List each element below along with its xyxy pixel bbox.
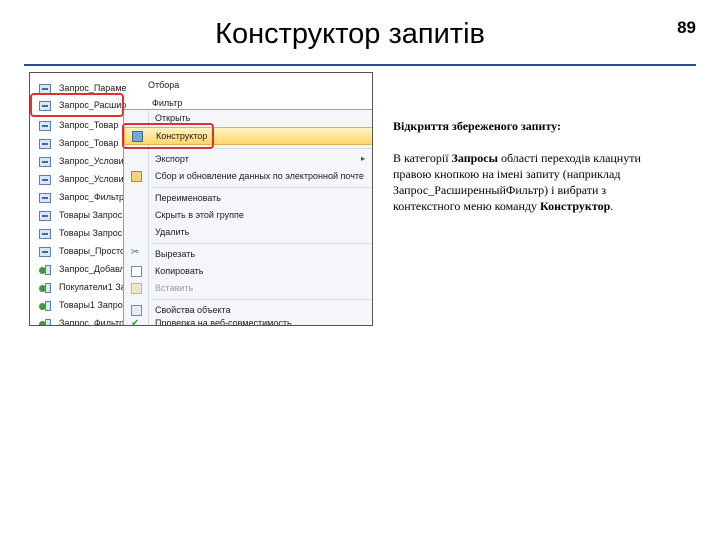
query-icon (39, 247, 51, 257)
nav-item[interactable]: Запрос_Товар (30, 136, 126, 152)
nav-item[interactable]: Запрос_Фильтр (30, 316, 126, 325)
nav-item[interactable]: Товары1 Запрос (30, 298, 126, 314)
cut-icon: ✂ (131, 247, 140, 258)
nav-item[interactable]: Запрос_Условие (30, 154, 126, 170)
check-icon: ✔ (131, 318, 140, 326)
nav-item[interactable]: Запрос_Фильтр (30, 190, 126, 206)
menu-item-cut[interactable]: ✂ Вырезать (124, 246, 372, 263)
nav-item[interactable]: Запрос_Товар (30, 118, 126, 134)
menu-separator (151, 243, 372, 244)
query-icon (39, 139, 51, 149)
menu-separator (151, 187, 372, 188)
nav-item[interactable]: Товары_Просто (30, 244, 126, 260)
query-icon (39, 175, 51, 185)
selected-query-highlight (30, 93, 124, 117)
menu-item-properties[interactable]: Свойства объекта (124, 302, 372, 319)
menu-item-rename[interactable]: Переименовать (124, 190, 372, 207)
properties-icon (131, 305, 142, 316)
query-icon (39, 211, 51, 221)
append-query-icon (39, 301, 51, 311)
submenu-arrow-icon: ▸ (360, 154, 365, 163)
paste-icon (131, 283, 142, 294)
copy-icon (131, 266, 142, 277)
append-query-icon (39, 283, 51, 293)
nav-item[interactable]: Запрос_Добавл (30, 262, 126, 278)
export-icon (131, 154, 142, 165)
menu-item-hide-in-group[interactable]: Скрыть в этой группе (124, 207, 372, 224)
menu-item-copy[interactable]: Копировать (124, 263, 372, 280)
menu-item-web-compatibility[interactable]: ✔ Проверка на веб-совместимость (124, 318, 372, 326)
menu-item-paste[interactable]: Вставить (124, 280, 372, 297)
append-query-icon (39, 319, 51, 325)
access-screenshot: Запрос_ПараметрКлючевогоОтбора Запрос_Ра… (29, 72, 373, 326)
nav-item[interactable]: Запрос_Условие (30, 172, 126, 188)
query-icon (39, 121, 51, 131)
menu-item-delete[interactable]: Удалить (124, 224, 372, 241)
nav-overflow-text: Отбора (148, 80, 180, 90)
design-view-highlight (122, 123, 214, 149)
title-divider (24, 64, 696, 66)
nav-overflow-text: Фильтр (152, 98, 183, 108)
query-icon (39, 193, 51, 203)
instruction-paragraph: В категорії Запросы області переходів кл… (393, 151, 641, 213)
menu-item-collect-data[interactable]: Сбор и обновление данных по электронной … (124, 168, 372, 185)
append-query-icon (39, 265, 51, 275)
query-icon (39, 157, 51, 167)
nav-item[interactable]: Товары Запрос1 (30, 226, 126, 242)
menu-separator (151, 299, 372, 300)
page-number: 89 (677, 18, 696, 37)
nav-item[interactable]: Товары Запрос (30, 208, 126, 224)
slide-title: Конструктор запитів (215, 18, 485, 50)
nav-item[interactable]: Покупатели1 За (30, 280, 126, 296)
query-icon (39, 229, 51, 239)
menu-item-export[interactable]: Экспорт ▸ (124, 151, 372, 168)
mail-icon (131, 171, 142, 182)
section-caption: Відкриття збереженого запиту: (393, 119, 562, 133)
